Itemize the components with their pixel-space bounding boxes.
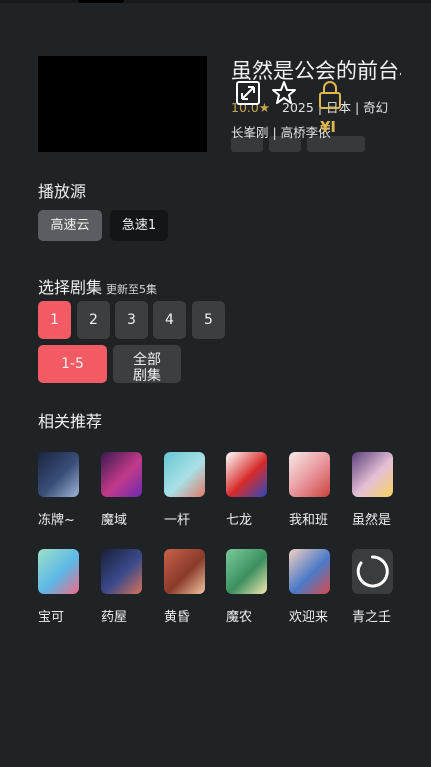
recommend-thumbnail[interactable] <box>164 452 205 497</box>
episode-range-all[interactable]: 全部 剧集 <box>113 345 181 383</box>
recommend-title[interactable]: 欢迎来 <box>289 606 333 625</box>
recommend-title[interactable]: 虽然是 <box>352 509 396 528</box>
video-cast: 长峯刚 | 高桥李依 <box>231 125 331 140</box>
recommend-thumbnail[interactable] <box>38 549 79 594</box>
recommend-thumbnail[interactable] <box>38 452 79 497</box>
recommend-title[interactable]: 黄昏 <box>164 606 208 625</box>
recommend-thumbnail[interactable] <box>226 549 267 594</box>
episode-button-5[interactable]: 5 <box>192 301 225 339</box>
episodes-update-note: 更新至5集 <box>106 283 158 296</box>
episodes-title: 选择剧集 <box>38 278 103 297</box>
recommend-title[interactable]: 青之壬 <box>352 606 396 625</box>
source-button-speed1[interactable]: 急速1 <box>110 210 168 241</box>
episode-button-3[interactable]: 3 <box>115 301 148 339</box>
loading-spinner-icon <box>356 555 389 588</box>
episode-button-4[interactable]: 4 <box>153 301 186 339</box>
loading-thumbnail[interactable] <box>352 549 393 594</box>
status-bar <box>0 0 431 3</box>
recommend-title[interactable]: 魔农 <box>226 606 270 625</box>
lock-icon[interactable] <box>317 80 343 110</box>
episodes-heading: 选择剧集 更新至5集 <box>38 274 157 298</box>
fullscreen-icon[interactable] <box>235 80 261 106</box>
recommend-thumbnail[interactable] <box>101 452 142 497</box>
recommend-thumbnail[interactable] <box>289 549 330 594</box>
recommend-title[interactable]: 我和班 <box>289 509 333 528</box>
recommend-thumbnail[interactable] <box>164 549 205 594</box>
recommend-thumbnail[interactable] <box>289 452 330 497</box>
recommend-title[interactable]: 七龙 <box>226 509 270 528</box>
source-button-fast-cloud[interactable]: 高速云 <box>38 210 102 241</box>
recommend-thumbnail[interactable] <box>101 549 142 594</box>
episode-range-1-5[interactable]: 1-5 <box>38 345 107 383</box>
episode-button-1[interactable]: 1 <box>38 301 71 339</box>
vip-badge[interactable]: ¥I <box>320 118 336 136</box>
sources-heading: 播放源 <box>38 182 87 201</box>
recommend-heading: 相关推荐 <box>38 412 103 431</box>
video-info-panel: 虽然是公会的前台小姐 10.0★ 2025 | 日本 | 奇幻 长峯刚 | 高桥… <box>231 56 401 156</box>
recommend-title[interactable]: 药屋 <box>101 606 145 625</box>
recommend-thumbnail[interactable] <box>352 452 393 497</box>
recommend-title[interactable]: 冻牌~ <box>38 509 82 528</box>
camera-notch <box>78 0 124 3</box>
star-icon[interactable] <box>271 80 297 106</box>
recommend-title[interactable]: 魔域 <box>101 509 145 528</box>
recommend-title[interactable]: 一杆 <box>164 509 208 528</box>
episode-button-2[interactable]: 2 <box>77 301 110 339</box>
recommend-title[interactable]: 宝可 <box>38 606 82 625</box>
video-player[interactable] <box>38 56 207 152</box>
recommend-thumbnail[interactable] <box>226 452 267 497</box>
